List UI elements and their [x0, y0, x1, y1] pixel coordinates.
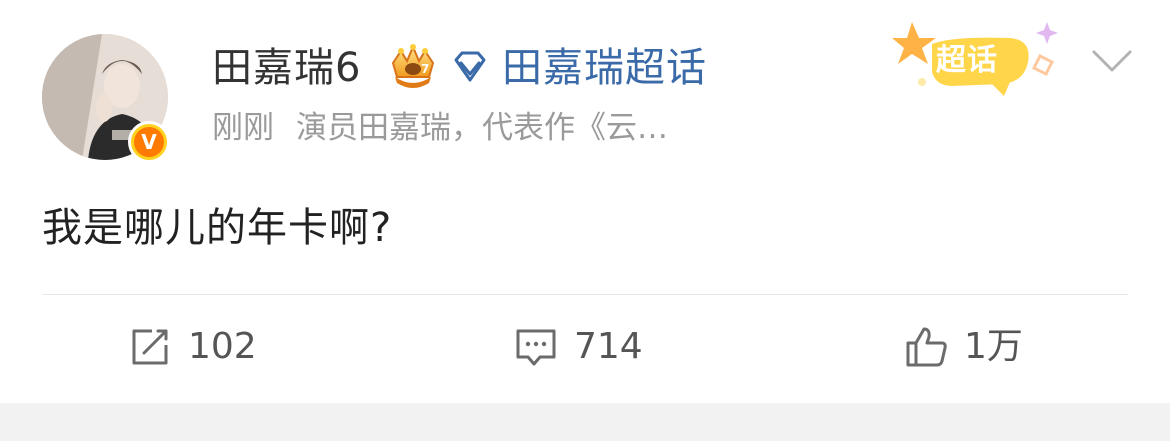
post-text: 我是哪儿的年卡啊? — [42, 205, 393, 251]
thumbs-up-icon — [904, 325, 948, 369]
diamond-icon[interactable] — [450, 50, 490, 84]
share-edit-icon — [128, 325, 172, 369]
divider — [42, 294, 1128, 295]
verified-badge: V — [128, 121, 170, 163]
weibo-post-card: V 田嘉瑞6 7 田嘉瑞超话 刚刚 演员田嘉瑞，代表作《云… 超话 我是哪儿的年… — [0, 0, 1170, 403]
comment-button[interactable]: 714 — [514, 322, 643, 372]
like-count: 1万 — [964, 326, 1023, 367]
post-meta: 刚刚 演员田嘉瑞，代表作《云… — [212, 108, 668, 148]
author-description: 演员田嘉瑞，代表作《云… — [296, 110, 668, 146]
post-time: 刚刚 — [212, 110, 274, 146]
comment-count: 714 — [574, 326, 643, 367]
crown-icon[interactable]: 7 — [385, 43, 441, 91]
repost-count: 102 — [188, 326, 257, 367]
author-name[interactable]: 田嘉瑞6 — [212, 44, 361, 92]
comment-icon — [514, 325, 558, 369]
feed-separator — [0, 403, 1170, 441]
chevron-down-icon[interactable] — [1090, 46, 1134, 76]
chaohua-badge-label: 超话 — [936, 43, 998, 78]
repost-button[interactable]: 102 — [128, 322, 257, 372]
svg-text:7: 7 — [421, 62, 429, 76]
topic-link[interactable]: 田嘉瑞超话 — [502, 44, 707, 92]
like-button[interactable]: 1万 — [904, 322, 1023, 372]
